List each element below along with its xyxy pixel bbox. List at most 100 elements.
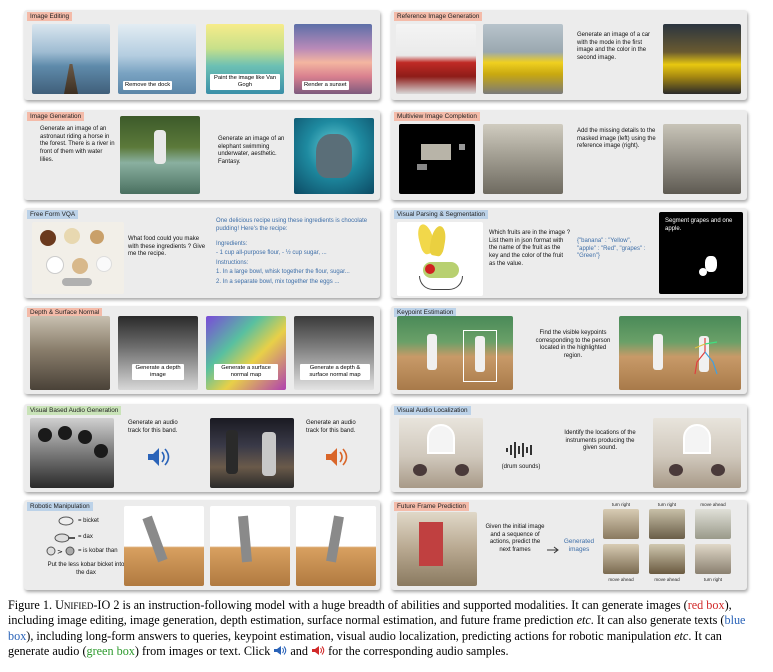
bicket-object-icon: [58, 516, 74, 526]
initial-room-image: [397, 512, 477, 586]
room-photo-image: [30, 316, 110, 390]
speaker-red-icon[interactable]: [324, 446, 350, 468]
vqa-question: What food could you make with these ingr…: [128, 236, 206, 258]
panel-tag: Visual Parsing & Segmentation: [394, 210, 488, 219]
parsing-question: Which fruits are in the image ? List the…: [489, 230, 571, 267]
future-instruction: Given the initial image and a sequence o…: [485, 524, 545, 554]
panel-keypoint: Keypoint Estimation Find the visible key…: [391, 306, 747, 394]
audio-prompt-1: Generate an audio track for this band.: [128, 420, 178, 434]
figure-caption: Figure 1. Unified-IO 2 is an instruction…: [8, 598, 746, 659]
action-label-top-2: turn right: [657, 502, 677, 507]
panel-tag: Visual Audio Localization: [394, 406, 471, 415]
action-label-bottom-1: move ahead: [608, 577, 634, 582]
depth-caption-2: Generate a surface normal map: [214, 364, 278, 381]
legend-kobar: = is kobar than: [78, 548, 118, 554]
panel-image-generation: Image Generation Generate an image of an…: [24, 110, 380, 200]
speaker-blue-icon[interactable]: [146, 446, 172, 468]
drum-sounds-label: (drum sounds): [501, 464, 541, 470]
green-box-link: green box: [86, 644, 135, 659]
astronaut-horse-image: [120, 116, 200, 194]
sound-wave-icon: [506, 442, 532, 458]
panel-tag: Future Frame Prediction: [394, 502, 469, 511]
legend-bicket: = bicket: [78, 518, 99, 524]
rock-band-image: [210, 418, 294, 488]
robot-frame-1-image: [124, 506, 204, 586]
generated-images-label: Generated images: [563, 538, 595, 554]
future-frame-3-image: [695, 509, 731, 539]
elephant-prompt: Generate an image of an elephant swimmin…: [218, 136, 285, 166]
audio-prompt-2: Generate an audio track for this band.: [306, 420, 356, 434]
panel-audio-localization: Visual Audio Localization (drum sounds) …: [391, 404, 747, 492]
fruit-basket-image: [397, 222, 483, 296]
panel-image-editing: Image Editing Remove the dock Paint the …: [24, 10, 380, 100]
speaker-blue-icon[interactable]: [273, 645, 287, 656]
red-car-image: [396, 24, 476, 94]
panel-audio-generation: Visual Based Audio Generation Generate a…: [24, 404, 380, 492]
panel-reference-image: Reference Image Generation Generate an i…: [391, 10, 747, 100]
localization-instruction: Identify the locations of the instrument…: [564, 430, 636, 452]
red-box-link: red box: [687, 598, 725, 612]
robot-instruction: Put the less kobar bicket into the dax: [47, 562, 125, 576]
completed-room-image: [663, 124, 741, 194]
ingredients-image: [32, 222, 124, 294]
future-frame-6-image: [695, 544, 731, 574]
yellow-car-image: [483, 24, 563, 94]
action-label-top-3: move ahead: [700, 502, 726, 507]
dax-object-icon: [54, 533, 75, 543]
action-label-bottom-3: turn right: [703, 577, 723, 582]
panel-visual-parsing: Visual Parsing & Segmentation Which frui…: [391, 208, 747, 298]
action-label-top-1: turn right: [611, 502, 631, 507]
figure-number: Figure 1.: [8, 598, 53, 612]
baseball-image: [397, 316, 513, 390]
panel-tag: Robotic Manipulation: [27, 502, 93, 511]
elephant-underwater-image: [294, 118, 374, 194]
robot-frame-3-image: [296, 506, 376, 586]
svg-text:>: >: [57, 548, 63, 556]
edit-caption-3: Render a sunset: [302, 81, 349, 91]
keypoint-instruction: Find the visible keypoints corresponding…: [535, 330, 611, 360]
dock-lake-image: [32, 24, 110, 94]
model-name: Unified-IO 2: [55, 598, 120, 612]
panel-multiview: Multiview Image Completion Add the missi…: [391, 110, 747, 200]
skeleton-icon: [694, 338, 718, 375]
drum-room-image: [399, 418, 483, 488]
panel-tag: Reference Image Generation: [394, 12, 483, 21]
legend-dax: = dax: [78, 534, 93, 540]
future-frame-1-image: [603, 509, 639, 539]
band-bw-image: [30, 418, 114, 488]
vqa-answer-line-2: Ingredients:: [216, 241, 248, 247]
panel-tag: Free Form VQA: [27, 210, 79, 219]
edit-caption-2: Paint the image like Van Gogh: [210, 74, 280, 91]
panel-tag: Multiview Image Completion: [394, 112, 480, 121]
panel-tag: Image Generation: [27, 112, 85, 121]
vqa-answer-line-6: 2. In a separate bowl, mix together the …: [216, 279, 340, 285]
future-frame-2-image: [649, 509, 685, 539]
edit-caption-1: Remove the dock: [123, 81, 173, 91]
reference-room-image: [483, 124, 563, 194]
future-frame-4-image: [603, 544, 639, 574]
kobar-comparison-icon: >: [46, 546, 75, 556]
depth-caption-1: Generate a depth image: [132, 364, 184, 381]
keypoint-result-image: [619, 316, 741, 390]
astronaut-prompt: Generate an image of an astronaut riding…: [40, 126, 115, 163]
vqa-answer-line-1: One delicious recipe using these ingredi…: [216, 218, 368, 232]
generated-car-image: [663, 24, 741, 94]
masked-image: [399, 124, 475, 194]
panel-tag: Image Editing: [27, 12, 73, 21]
vqa-answer-line-3: - 1 cup all-purpose flour, - ½ cup sugar…: [216, 250, 327, 256]
vqa-answer-line-4: Instructions:: [216, 260, 249, 266]
reference-instruction: Generate an image of a car with the mode…: [577, 32, 651, 62]
panel-robotic: Robotic Manipulation = bicket = dax > = …: [24, 500, 380, 590]
parsing-answer: {"banana" : "Yellow", "apple" : "Red", "…: [577, 238, 646, 260]
panel-depth-normal: Depth & Surface Normal Generate a depth …: [24, 306, 380, 394]
future-frame-5-image: [649, 544, 685, 574]
arrow-right-icon: [547, 546, 559, 554]
depth-caption-3: Generate a depth & surface normal map: [300, 364, 370, 381]
localized-room-image: [653, 418, 741, 488]
panel-free-form-vqa: Free Form VQA What food could you make w…: [24, 208, 380, 298]
multiview-instruction: Add the missing details to the masked im…: [577, 128, 656, 150]
panel-future-frame: Future Frame Prediction Given the initia…: [391, 500, 747, 590]
action-label-bottom-2: move ahead: [654, 577, 680, 582]
vqa-answer-line-5: 1. In a large bowl, whisk together the f…: [216, 269, 350, 275]
speaker-red-icon[interactable]: [311, 645, 325, 656]
